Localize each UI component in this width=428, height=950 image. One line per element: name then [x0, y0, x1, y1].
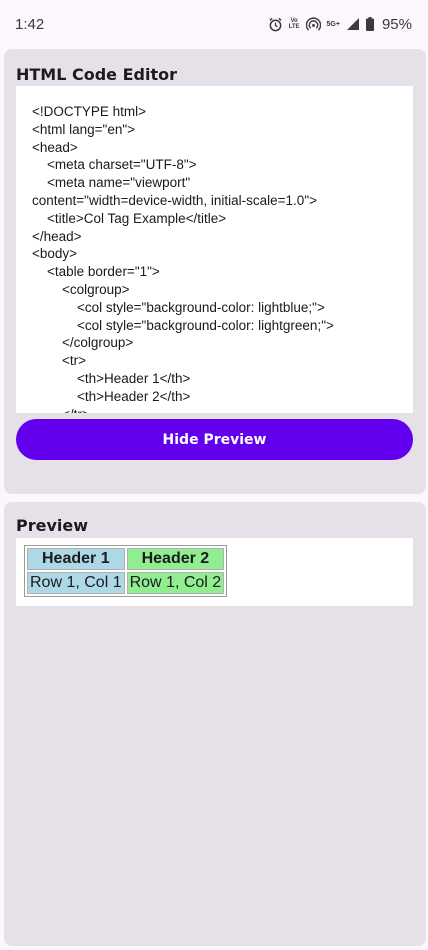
alarm-icon [269, 17, 282, 31]
battery-percentage: 95% [381, 15, 412, 33]
status-time: 1:42 [15, 15, 45, 33]
table-header-cell: Header 1 [27, 548, 125, 570]
table-header-cell: Header 2 [126, 548, 225, 570]
hotspot-icon [305, 17, 321, 31]
editor-title: HTML Code Editor [16, 65, 177, 84]
preview-render-area: Header 1 Header 2 Row 1, Col 1 Row 1, Co… [16, 538, 413, 606]
code-editor[interactable]: <!DOCTYPE html> <html lang="en"> <head> … [16, 86, 413, 413]
network-type: 5G+ [326, 20, 340, 28]
table-cell: Row 1, Col 1 [27, 572, 125, 594]
preview-title: Preview [16, 516, 89, 535]
editor-card: HTML Code Editor <!DOCTYPE html> <html l… [4, 49, 426, 494]
status-bar: 1:42 Vo LTE 5G+ 95% [0, 0, 428, 48]
code-text[interactable]: <!DOCTYPE html> <html lang="en"> <head> … [32, 103, 397, 413]
battery-icon [365, 17, 374, 31]
table-cell: Row 1, Col 2 [126, 572, 225, 594]
status-icons: Vo LTE 5G+ 95% [268, 16, 412, 33]
table-row: Row 1, Col 1 Row 1, Col 2 [27, 572, 225, 594]
preview-card: Preview Header 1 Header 2 Row 1, Col 1 R… [4, 502, 426, 946]
preview-table: Header 1 Header 2 Row 1, Col 1 Row 1, Co… [24, 545, 228, 597]
signal-icon [346, 18, 359, 30]
volte-icon: Vo LTE [289, 18, 300, 30]
table-header-row: Header 1 Header 2 [27, 548, 225, 570]
volte-bottom: LTE [288, 24, 300, 30]
hide-preview-button[interactable]: Hide Preview [16, 419, 413, 460]
